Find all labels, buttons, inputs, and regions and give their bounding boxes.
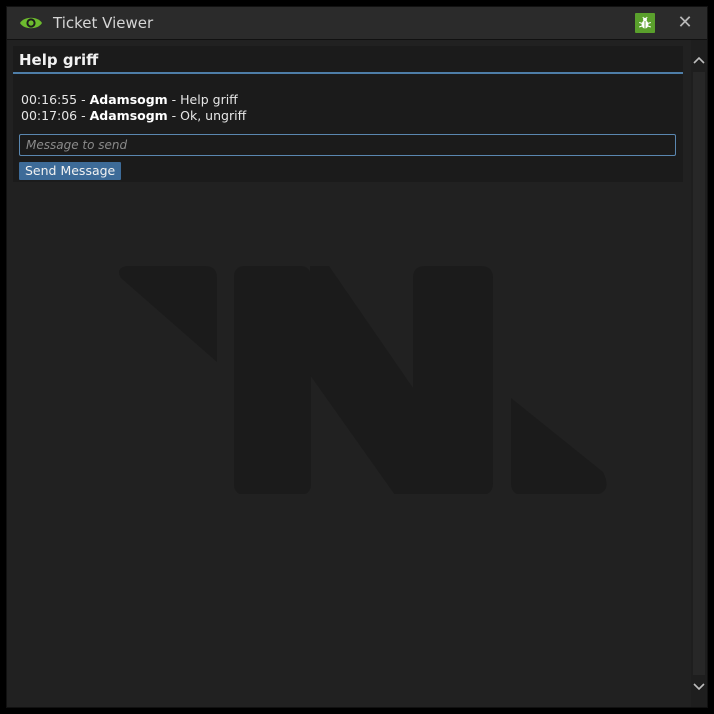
eye-icon: [19, 15, 43, 31]
close-button[interactable]: ✕: [675, 12, 695, 34]
vertical-scrollbar[interactable]: [691, 40, 707, 707]
ticket-title: Help griff: [13, 46, 683, 74]
message-time: 00:16:55: [21, 92, 78, 107]
logo-watermark: [119, 266, 607, 494]
message-text: - Ok, ungriff: [167, 107, 247, 123]
report-bug-button[interactable]: [635, 13, 655, 33]
send-message-button[interactable]: Send Message: [19, 162, 122, 180]
message-list: 00:16:55 - Adamsogm - Help griff 00:17:0…: [21, 92, 246, 123]
chevron-down-icon[interactable]: [691, 679, 707, 695]
bug-icon: [639, 16, 651, 29]
ticket-viewer-window: Ticket Viewer ✕ Help griff 00:16:55 - Ad…: [6, 6, 708, 708]
scroll-thumb[interactable]: [693, 72, 705, 675]
chevron-up-icon[interactable]: [691, 52, 707, 68]
window-title: Ticket Viewer: [53, 14, 154, 32]
close-icon: ✕: [677, 12, 693, 33]
list-item: 00:16:55 - Adamsogm - Help griff: [21, 92, 246, 108]
title-bar[interactable]: Ticket Viewer ✕: [7, 7, 707, 40]
message-time: 00:17:06: [21, 107, 78, 123]
message-separator: -: [77, 92, 90, 107]
message-input[interactable]: [19, 134, 676, 156]
message-user: Adamsogm: [89, 107, 168, 123]
list-item: 00:17:06 - Adamsogm - Ok, ungriff: [21, 108, 246, 124]
message-text: - Help griff: [167, 92, 238, 107]
message-user: Adamsogm: [89, 92, 168, 107]
ticket-panel: Help griff 00:16:55 - Adamsogm - Help gr…: [13, 46, 683, 182]
content-area: Help griff 00:16:55 - Adamsogm - Help gr…: [7, 40, 691, 707]
message-separator: -: [77, 107, 90, 123]
